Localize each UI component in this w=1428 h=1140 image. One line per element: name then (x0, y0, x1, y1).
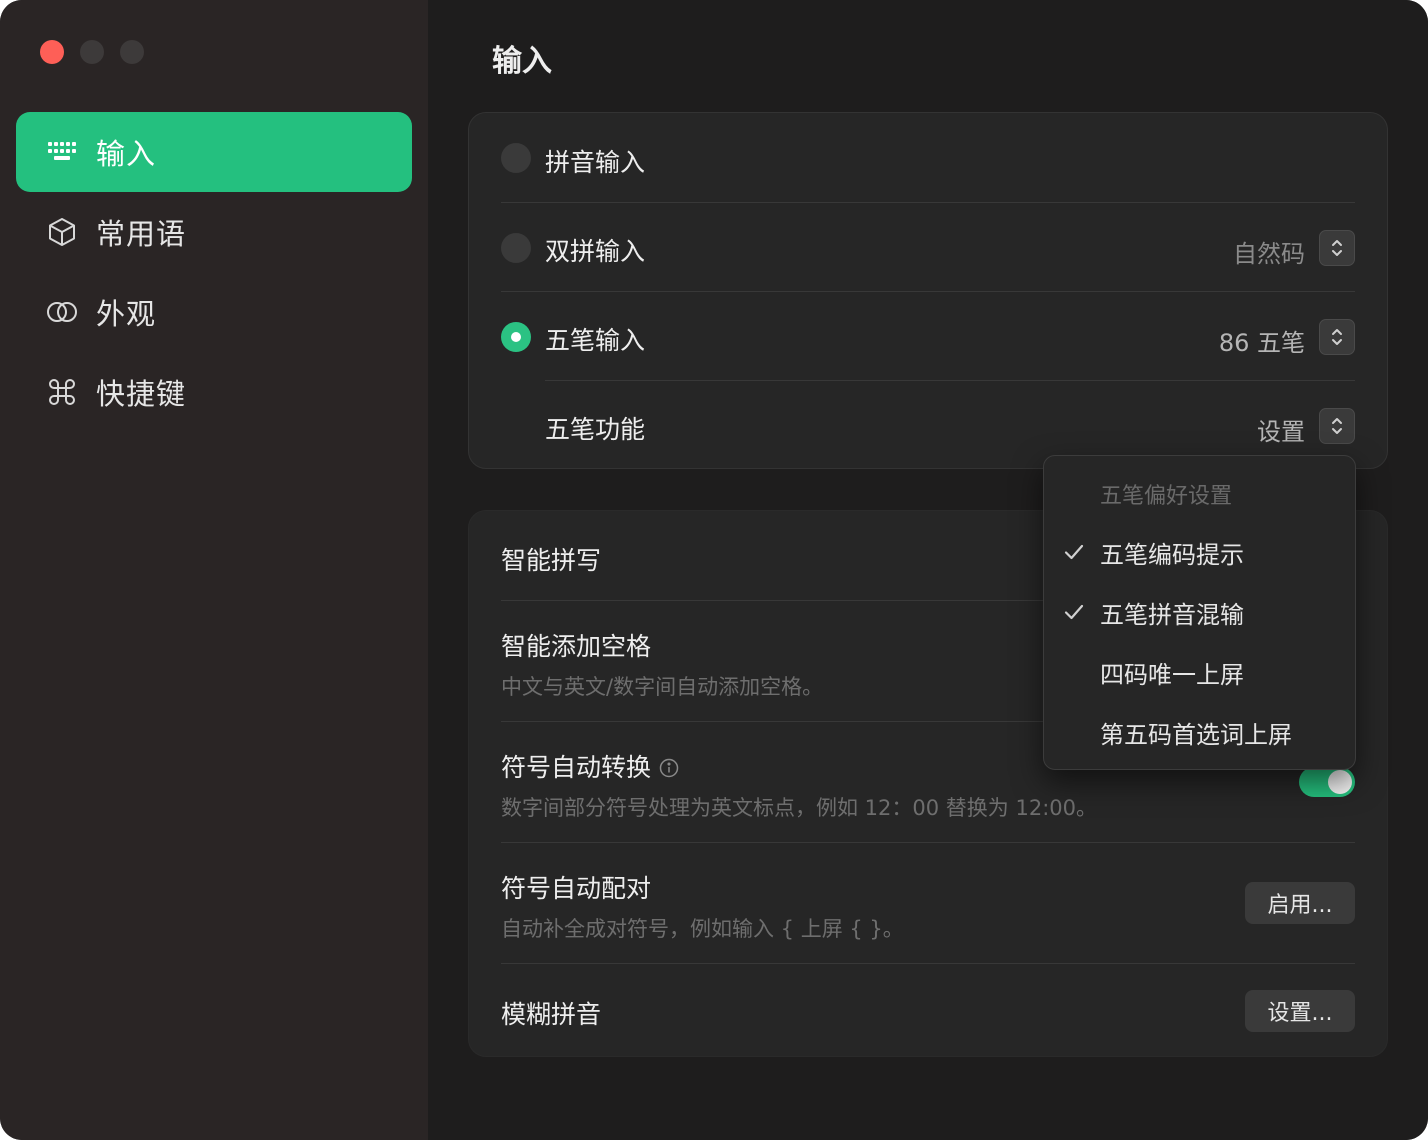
circles-icon (46, 296, 78, 328)
enable-symbol-pairing-button[interactable]: 启用... (1245, 882, 1355, 924)
input-method-card: 拼音输入 双拼输入 自然码 五笔输入 86 五笔 五笔功能 设置 (468, 112, 1388, 469)
input-method-label: 拼音输入 (545, 148, 646, 177)
setting-desc-symbol-convert: 数字间部分符号处理为英文标点，例如 12：00 替换为 12:00。 (501, 796, 1097, 820)
shuangpin-scheme-stepper[interactable] (1319, 230, 1355, 266)
sidebar-item-label: 快捷键 (96, 377, 187, 411)
menu-item-label: 五笔编码提示 (1100, 540, 1244, 569)
input-method-pinyin[interactable]: 拼音输入 (501, 143, 1355, 177)
chevron-updown-icon (1332, 329, 1342, 345)
wubi-features-row[interactable]: 五笔功能 设置 (501, 408, 1355, 446)
divider (501, 842, 1355, 843)
menu-header: 五笔偏好设置 (1100, 484, 1233, 509)
setting-title-smart-spelling: 智能拼写 (501, 546, 602, 575)
checkmark-icon (1064, 544, 1084, 560)
setting-desc-auto-space: 中文与英文/数字间自动添加空格。 (501, 675, 824, 699)
sidebar-item-label: 输入 (96, 137, 157, 171)
menu-item-label: 第五码首选词上屏 (1100, 720, 1292, 749)
shuangpin-scheme-value: 自然码 (1233, 240, 1305, 268)
chevron-updown-icon (1332, 240, 1342, 256)
sidebar-item-shortcuts[interactable]: 快捷键 (16, 352, 412, 432)
setting-title-text: 符号自动转换 (501, 753, 652, 782)
chevron-updown-icon (1332, 418, 1342, 434)
setting-title-symbol-pairing: 符号自动配对 (501, 874, 652, 903)
input-method-shuangpin[interactable]: 双拼输入 自然码 (501, 230, 1355, 268)
wubi-features-label: 五笔功能 (545, 415, 646, 444)
info-icon[interactable] (659, 755, 679, 784)
wubi-features-value: 设置 (1257, 418, 1305, 446)
input-method-label: 双拼输入 (545, 237, 646, 266)
page-title: 输入 (492, 44, 552, 79)
setting-title-auto-space: 智能添加空格 (501, 632, 652, 661)
minimize-window-button[interactable] (80, 40, 104, 64)
menu-item-wubi-code-hint[interactable]: 五笔编码提示 (1044, 524, 1355, 580)
radio-button[interactable] (501, 143, 531, 173)
radio-button-selected[interactable] (501, 322, 531, 352)
setting-desc-symbol-pairing: 自动补全成对符号，例如输入 { 上屏 { }。 (501, 917, 904, 941)
menu-item-label: 五笔拼音混输 (1100, 600, 1244, 629)
setting-title-symbol-convert: 符号自动转换 (501, 748, 679, 784)
setting-title-fuzzy-pinyin: 模糊拼音 (501, 1000, 602, 1029)
divider (501, 291, 1355, 292)
symbol-convert-toggle[interactable] (1299, 767, 1355, 797)
wubi-version-stepper[interactable] (1319, 319, 1355, 355)
cube-icon (46, 216, 78, 248)
radio-button[interactable] (501, 233, 531, 263)
wubi-preferences-menu: 五笔偏好设置 五笔编码提示 五笔拼音混输 四码唯一上屏 第五码首选词上屏 (1043, 455, 1356, 770)
menu-item-label: 四码唯一上屏 (1100, 660, 1244, 689)
divider (501, 963, 1355, 964)
sidebar: 输入 常用语 外观 快捷键 (0, 0, 428, 1140)
menu-item-wubi-pinyin-mix[interactable]: 五笔拼音混输 (1044, 584, 1355, 640)
checkmark-icon (1064, 604, 1084, 620)
wubi-version-value: 86 五笔 (1218, 329, 1305, 357)
sidebar-item-input[interactable]: 输入 (16, 112, 412, 192)
sidebar-item-appearance[interactable]: 外观 (16, 272, 412, 352)
keyboard-icon (46, 136, 78, 168)
zoom-window-button[interactable] (120, 40, 144, 64)
toggle-knob (1328, 770, 1352, 794)
input-method-label: 五笔输入 (545, 326, 646, 355)
command-icon (46, 376, 78, 408)
input-method-wubi[interactable]: 五笔输入 86 五笔 (501, 319, 1355, 357)
menu-item-four-code-unique[interactable]: 四码唯一上屏 (1044, 644, 1355, 700)
menu-item-fifth-code-first[interactable]: 第五码首选词上屏 (1044, 704, 1355, 760)
sidebar-item-label: 外观 (96, 297, 157, 331)
divider (545, 380, 1355, 381)
wubi-features-stepper[interactable] (1319, 408, 1355, 444)
settings-window: 输入 常用语 外观 快捷键 输入 拼音输入 双拼输入 自然码 五笔输入 86 五… (0, 0, 1428, 1140)
close-window-button[interactable] (40, 40, 64, 64)
sidebar-item-label: 常用语 (96, 217, 187, 251)
divider (501, 202, 1355, 203)
fuzzy-pinyin-settings-button[interactable]: 设置... (1245, 990, 1355, 1032)
sidebar-item-phrases[interactable]: 常用语 (16, 192, 412, 272)
